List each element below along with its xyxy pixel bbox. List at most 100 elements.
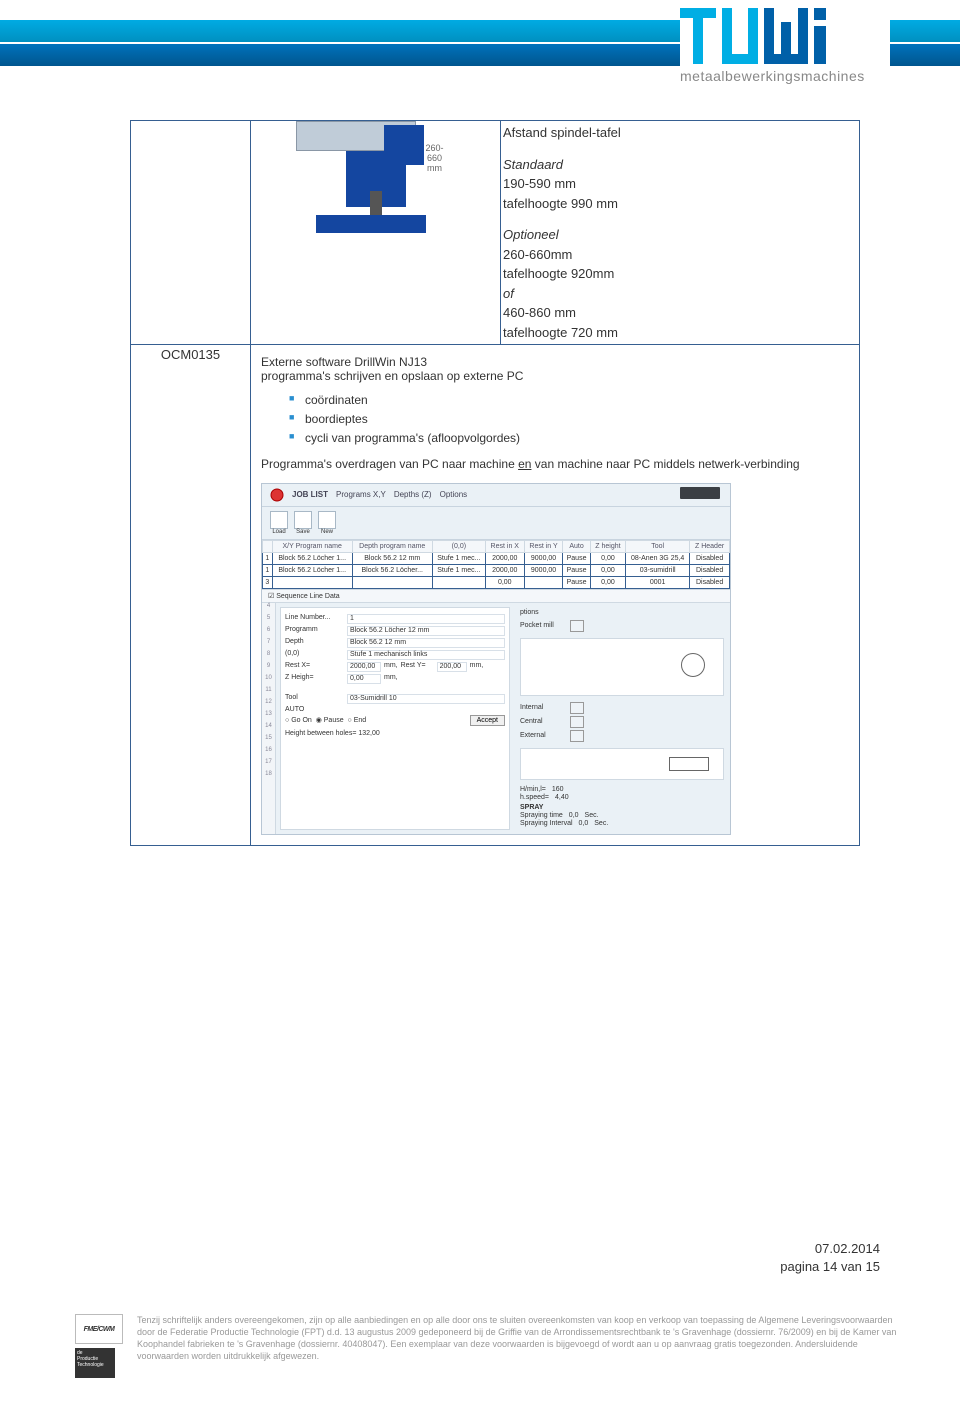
sp-label: h.speed=: [520, 794, 549, 801]
line-no-field[interactable]: 1: [347, 614, 505, 624]
h2: Depth program name: [352, 540, 432, 552]
table-row[interactable]: 1Block 56.2 Löcher 1...Block 56.2 12 mmS…: [263, 552, 730, 564]
page-meta: 07.02.2014 pagina 14 van 15: [780, 1240, 880, 1276]
h5: Rest in Y: [524, 540, 563, 552]
sp-value: 4,40: [555, 794, 569, 801]
machine-image-cell: 260-660 mm: [251, 121, 501, 345]
pocket-mill-button[interactable]: [570, 620, 584, 632]
tool-field[interactable]: 03-Sumidrill 10: [347, 694, 505, 704]
tab-depths[interactable]: Depths (Z): [394, 490, 432, 499]
radio-goon[interactable]: ○ Go On: [285, 717, 312, 724]
program-label: Programm: [285, 626, 347, 636]
opt-of: of: [503, 286, 514, 301]
opt-4: tafelhoogte 720 mm: [503, 323, 857, 343]
row2-line3: Programma's overdragen van PC naar machi…: [261, 457, 849, 471]
std-1: 190-590 mm: [503, 174, 857, 194]
doc-date: 07.02.2014: [780, 1240, 880, 1258]
resty-field[interactable]: 200,00: [437, 662, 467, 672]
h1: X/Y Program name: [272, 540, 352, 552]
new-icon[interactable]: [318, 511, 336, 529]
page-number: pagina 14 van 15: [780, 1258, 880, 1276]
opt-3: 460-860 mm: [503, 303, 857, 323]
preview-2: [520, 748, 724, 780]
hl-label: H/min,l=: [520, 786, 546, 793]
l3b: van machine naar PC middels netwerk-verb…: [531, 457, 799, 471]
internal-label: Internal: [520, 704, 566, 711]
tab-programs[interactable]: Programs X,Y: [336, 490, 386, 499]
central-label: Central: [520, 718, 566, 725]
radio-end[interactable]: ○ End: [348, 717, 367, 724]
spray-interval-label: Spraying Interval: [520, 820, 573, 827]
h4: Rest in X: [485, 540, 524, 552]
machine-illustration: 260-660 mm: [346, 143, 406, 210]
dw-right-panel: ptions Pocket mill Internal Central Exte…: [514, 603, 730, 834]
line-no-label: Line Number...: [285, 614, 347, 624]
hl-value: 160: [552, 786, 564, 793]
page-header: metaalbewerkingsmachines: [0, 0, 960, 100]
opt-1: 260-660mm: [503, 245, 857, 265]
dw-toolbar: Load Save New: [262, 507, 730, 540]
logo-tagline: metaalbewerkingsmachines: [680, 68, 890, 84]
row1-title: Afstand spindel-tafel: [503, 123, 857, 143]
l3a: Programma's overdragen van PC naar machi…: [261, 457, 518, 471]
depth-label: Depth: [285, 638, 347, 648]
opt-heading: Optioneel: [503, 227, 559, 242]
dw-tabs: JOB LIST Programs X,Y Depths (Z) Options: [262, 484, 730, 507]
dw-job-table: X/Y Program name Depth program name (0,0…: [262, 540, 730, 589]
h9: Z Header: [690, 540, 730, 552]
auto-label: AUTO: [285, 706, 505, 713]
logo: metaalbewerkingsmachines: [680, 0, 890, 100]
window-controls[interactable]: [680, 487, 720, 499]
pocket-mill-label: Pocket mill: [520, 622, 566, 629]
load-label: Load: [270, 529, 288, 535]
load-icon[interactable]: [270, 511, 288, 529]
table-row[interactable]: 30,00Pause0,000001Disabled: [263, 576, 730, 588]
oo-label: (0,0): [285, 650, 347, 660]
tab-joblist[interactable]: JOB LIST: [292, 490, 328, 499]
fme-cwm-logo: FME/CWM: [75, 1314, 123, 1344]
dim-label: 260-660 mm: [426, 143, 444, 173]
opt-2: tafelhoogte 920mm: [503, 264, 857, 284]
save-icon[interactable]: [294, 511, 312, 529]
preview-1: [520, 638, 724, 696]
oo-field[interactable]: Stufe 1 mechanisch links: [347, 650, 505, 660]
spray-interval-value: 0,0: [579, 820, 589, 827]
zheight-field[interactable]: 0,00: [347, 674, 381, 684]
resty-label: Rest Y=: [401, 662, 437, 672]
external-label: External: [520, 732, 566, 739]
l3u: en: [518, 457, 531, 471]
central-button[interactable]: [570, 716, 584, 728]
restx-field[interactable]: 2000,00: [347, 662, 381, 672]
h6: Auto: [563, 540, 590, 552]
spec-table: 260-660 mm Afstand spindel-tafel Standaa…: [130, 120, 860, 846]
spray-time-value: 0,0: [569, 812, 579, 819]
new-label: New: [318, 529, 336, 535]
save-label: Save: [294, 529, 312, 535]
row1-text: Afstand spindel-tafel Standaard 190-590 …: [501, 121, 860, 345]
radio-pause[interactable]: ◉ Pause: [316, 716, 344, 724]
table-row[interactable]: 1Block 56.2 Löcher 1...Block 56.2 Löcher…: [263, 564, 730, 576]
hb-value: 132,00: [358, 730, 379, 737]
depth-field[interactable]: Block 56.2 12 mm: [347, 638, 505, 648]
external-button[interactable]: [570, 730, 584, 742]
spray-time-label: Spraying time: [520, 812, 563, 819]
zheight-label: Z Heigh=: [285, 674, 347, 684]
h0: [263, 540, 273, 552]
restx-label: Rest X=: [285, 662, 347, 672]
internal-button[interactable]: [570, 702, 584, 714]
opt-subhead: ptions: [520, 609, 724, 616]
std-heading: Standaard: [503, 157, 563, 172]
accept-button[interactable]: Accept: [470, 715, 505, 726]
tab-options[interactable]: Options: [440, 490, 468, 499]
bullet-3: cycli van programma's (afloopvolgordes): [289, 429, 849, 448]
bullet-2: boordieptes: [289, 410, 849, 429]
drillwin-screenshot: JOB LIST Programs X,Y Depths (Z) Options…: [261, 483, 731, 835]
bullet-1: coördinaten: [289, 391, 849, 410]
content: 260-660 mm Afstand spindel-tafel Standaa…: [130, 120, 860, 846]
row2-line1: Externe software DrillWin NJ13: [261, 355, 849, 369]
h3: (0,0): [432, 540, 485, 552]
spray-heading: SPRAY: [520, 804, 724, 811]
row2-body: Externe software DrillWin NJ13 programma…: [251, 345, 860, 846]
std-2: tafelhoogte 990 mm: [503, 194, 857, 214]
program-field[interactable]: Block 56.2 Löcher 12 mm: [347, 626, 505, 636]
